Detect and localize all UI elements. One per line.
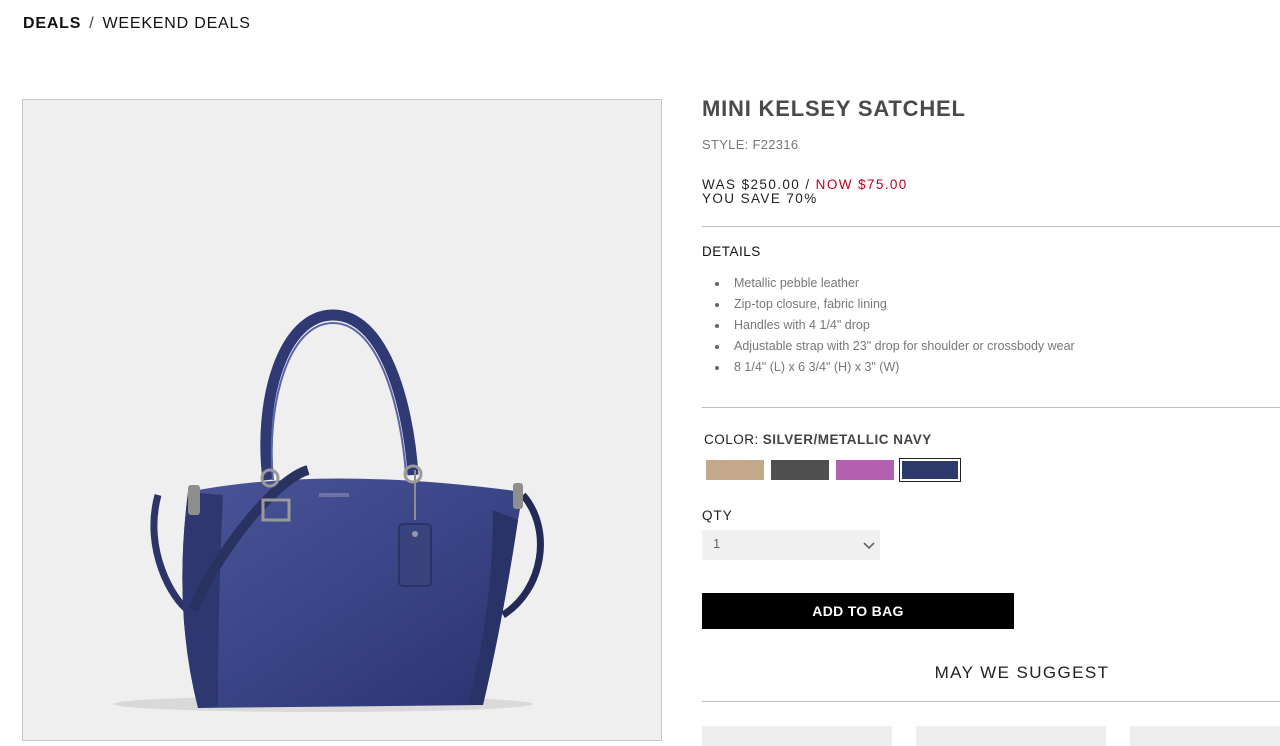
swatch-tan[interactable] (706, 460, 764, 480)
suggest-card[interactable] (916, 726, 1106, 746)
suggest-card[interactable] (1130, 726, 1280, 746)
divider (702, 226, 1280, 227)
breadcrumb-deals-link[interactable]: DEALS (23, 15, 81, 32)
color-row: COLOR: SILVER/METALLIC NAVY (704, 432, 932, 447)
product-style: STYLE: F22316 (702, 137, 799, 152)
you-save: YOU SAVE 70% (702, 191, 818, 206)
was-price: WAS $250.00 / (702, 177, 811, 192)
suggest-card[interactable] (702, 726, 892, 746)
now-price: NOW $75.00 (815, 177, 908, 192)
swatch-orchid[interactable] (836, 460, 894, 480)
suggest-heading: MAY WE SUGGEST (934, 663, 1110, 682)
price-block: WAS $250.00 / NOW $75.00 YOU SAVE 70% (702, 178, 908, 206)
details-heading: DETAILS (702, 244, 761, 259)
divider (702, 701, 1280, 702)
detail-item: Zip-top closure, fabric lining (715, 294, 1075, 315)
product-title: MINI KELSEY SATCHEL (702, 96, 966, 121)
details-list: Metallic pebble leather Zip-top closure,… (702, 273, 1075, 378)
color-swatches (706, 458, 961, 482)
detail-item: 8 1/4" (L) x 6 3/4" (H) x 3" (W) (715, 357, 1075, 378)
color-label: COLOR: (704, 432, 759, 447)
swatch-dark-gray[interactable] (771, 460, 829, 480)
qty-select[interactable]: 1 (702, 530, 880, 560)
divider (702, 407, 1280, 408)
detail-item: Metallic pebble leather (715, 273, 1075, 294)
swatch-navy[interactable] (899, 458, 961, 482)
breadcrumb-separator: / (89, 15, 95, 32)
detail-item: Adjustable strap with 23" drop for shoul… (715, 336, 1075, 357)
breadcrumb-weekend-deals-link[interactable]: WEEKEND DEALS (102, 15, 250, 32)
add-to-bag-button[interactable]: ADD TO BAG (702, 593, 1014, 629)
breadcrumb: DEALS / WEEKEND DEALS (23, 15, 251, 33)
detail-item: Handles with 4 1/4" drop (715, 315, 1075, 336)
color-value: SILVER/METALLIC NAVY (762, 432, 932, 447)
qty-value: 1 (713, 536, 721, 551)
handbag-illustration (113, 309, 544, 712)
suggest-cards (702, 726, 1280, 746)
qty-label: QTY (702, 508, 733, 523)
product-image[interactable] (22, 99, 662, 741)
chevron-down-icon (863, 542, 875, 550)
